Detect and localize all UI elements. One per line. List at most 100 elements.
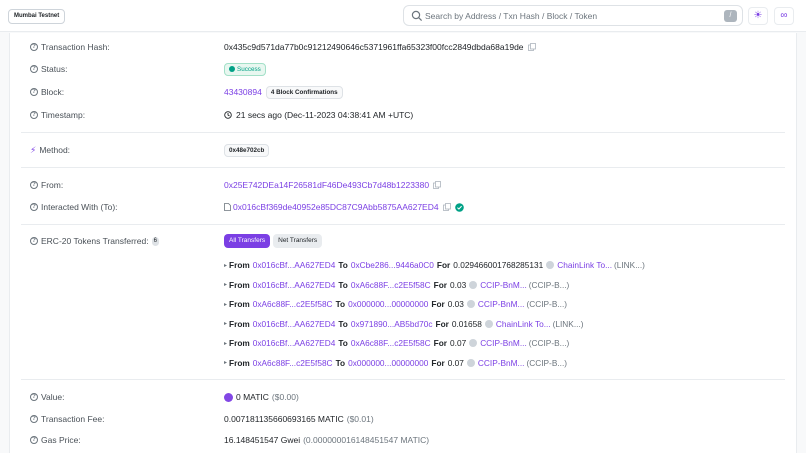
transfer-from-link[interactable]: 0x016cBf...AA627ED4 (253, 260, 336, 270)
from-address-link[interactable]: 0x25E742DEa14F26581dF46De493Cb7d48b12233… (224, 180, 429, 190)
for-keyword: For (433, 279, 448, 290)
question-circle-icon[interactable]: ? (30, 436, 38, 444)
gas-price-amount: 16.148451547 Gwei (224, 435, 301, 445)
from-keyword: From (229, 318, 250, 329)
transfer-amount: 0.01658 (451, 318, 482, 329)
tab-all-transfers[interactable]: All Transfers (224, 234, 271, 248)
method-badge[interactable]: 0x48e702cb (224, 143, 270, 157)
token-name-link[interactable]: CCIP-BnM... (480, 280, 527, 290)
from-keyword: From (229, 338, 250, 348)
token-name-link[interactable]: ChainLink To... (557, 260, 612, 270)
token-icon (469, 280, 478, 289)
timestamp-label: Timestamp: (41, 110, 86, 120)
status-label: Status: (41, 64, 68, 74)
transfer-to-link[interactable]: 0xA6c88F...c2E5f58C (351, 280, 431, 290)
transfer-from-link[interactable]: 0xA6c88F...c2E5f58C (253, 299, 333, 309)
token-icon (546, 261, 555, 269)
token-symbol: (CCIP-B...) (528, 338, 570, 348)
from-keyword: From (229, 357, 250, 368)
divider (21, 132, 785, 133)
search-box[interactable]: / (403, 5, 743, 26)
erc20-count-badge: 6 (151, 236, 159, 246)
token-symbol: (CCIP-B...) (528, 279, 570, 290)
tx-hash-label: Transaction Hash: (41, 42, 110, 52)
token-name-link[interactable]: CCIP-BnM... (478, 358, 525, 368)
token-name-link[interactable]: ChainLink To... (496, 319, 551, 329)
question-circle-icon[interactable]: ? (30, 415, 38, 423)
transfer-from-link[interactable]: 0xA6c88F...c2E5f58C (253, 358, 333, 368)
transfer-row: ▸ From 0x016cBf...AA627ED4 To 0xA6c88F...c2E… (224, 337, 569, 349)
transfer-to-link[interactable]: 0xCbe286...9446a0C0 (351, 260, 434, 270)
transfer-to-link[interactable]: 0xA6c88F...c2E5f58C (351, 338, 431, 348)
tx-hash-value: 0x435c9d571da77b0c91212490646c5371961ffa… (224, 42, 524, 52)
from-keyword: From (229, 299, 250, 309)
question-circle-icon[interactable]: ? (30, 181, 38, 189)
question-circle-icon[interactable]: ? (30, 88, 38, 96)
token-symbol: (LINK...) (552, 318, 584, 329)
to-keyword: To (338, 279, 348, 290)
for-keyword: For (431, 299, 445, 309)
token-symbol: (CCIP-B...) (526, 357, 568, 368)
for-keyword: For (435, 318, 449, 329)
transfer-from-link[interactable]: 0x016cBf...AA627ED4 (253, 319, 336, 329)
transfer-from-link[interactable]: 0x016cBf...AA627ED4 (253, 338, 336, 348)
caret-right-icon: ▸ (224, 321, 228, 327)
divider (21, 379, 785, 380)
method-label: Method: (39, 145, 71, 155)
copy-icon[interactable] (433, 181, 442, 189)
question-circle-icon[interactable]: ? (30, 237, 38, 245)
for-keyword: For (436, 260, 451, 270)
caret-right-icon: ▸ (224, 282, 228, 288)
file-icon (224, 203, 231, 211)
from-keyword: From (229, 260, 250, 270)
fee-label: Transaction Fee: (41, 414, 105, 424)
network-badge[interactable]: Mumbai Testnet (8, 9, 66, 24)
link-icon: ∞ (780, 10, 788, 21)
for-keyword: For (433, 338, 448, 348)
theme-toggle-button[interactable]: ☀ (748, 7, 768, 25)
question-circle-icon[interactable]: ? (30, 203, 38, 211)
to-keyword: To (338, 260, 348, 270)
transfer-to-link[interactable]: 0x000000...00000000 (348, 299, 428, 309)
contract-address-link[interactable]: 0x016cBf369de40952e85DC87C9Abb5875AA627E… (233, 202, 439, 212)
value-usd: ($0.00) (271, 392, 299, 402)
question-circle-icon[interactable]: ? (30, 43, 38, 51)
to-keyword: To (335, 299, 346, 309)
copy-icon[interactable] (527, 43, 536, 51)
interacted-with-label: Interacted With (To): (41, 202, 118, 212)
question-circle-icon[interactable]: ? (30, 65, 38, 73)
matic-token-icon (224, 392, 233, 402)
clock-icon (224, 111, 232, 119)
from-label: From: (41, 180, 64, 190)
copy-icon[interactable] (442, 203, 451, 211)
transfer-amount: 0.029466001768285131 (453, 260, 544, 270)
search-icon (411, 10, 423, 22)
divider (21, 167, 785, 168)
transfer-to-link[interactable]: 0x000000...00000000 (348, 358, 428, 368)
status-badge: Success (224, 62, 266, 76)
transfer-from-link[interactable]: 0x016cBf...AA627ED4 (253, 280, 336, 290)
to-keyword: To (338, 338, 348, 348)
to-keyword: To (338, 318, 348, 329)
block-label: Block: (41, 87, 65, 97)
block-number-link[interactable]: 43430894 (224, 87, 262, 97)
transfer-row: ▸ From 0x016cBf...AA627ED4 To 0x971890...AB5… (224, 318, 584, 330)
question-circle-icon[interactable]: ? (30, 111, 38, 119)
divider (21, 224, 785, 225)
sun-icon: ☀ (753, 10, 763, 21)
token-icon (484, 319, 493, 328)
transfer-row: ▸ From 0x016cBf...AA627ED4 To 0xCbe286...944… (224, 259, 645, 271)
timestamp-value: 21 secs ago (Dec-11-2023 04:38:41 AM +UT… (236, 110, 414, 120)
network-switch-button[interactable]: ∞ (774, 7, 794, 25)
token-name-link[interactable]: CCIP-BnM... (480, 338, 527, 348)
check-circle-icon (454, 202, 464, 212)
transfer-to-link[interactable]: 0x971890...AB5bd70c (351, 319, 433, 329)
value-amount: 0 MATIC (236, 392, 269, 402)
search-input[interactable] (425, 8, 715, 23)
caret-right-icon: ▸ (224, 340, 228, 347)
tab-net-transfers[interactable]: Net Transfers (273, 234, 323, 248)
token-icon (466, 300, 475, 308)
transfer-row: ▸ From 0xA6c88F...c2E5f58C To 0x000000...000… (224, 298, 567, 310)
question-circle-icon[interactable]: ? (30, 393, 38, 401)
token-name-link[interactable]: CCIP-BnM... (478, 299, 525, 309)
